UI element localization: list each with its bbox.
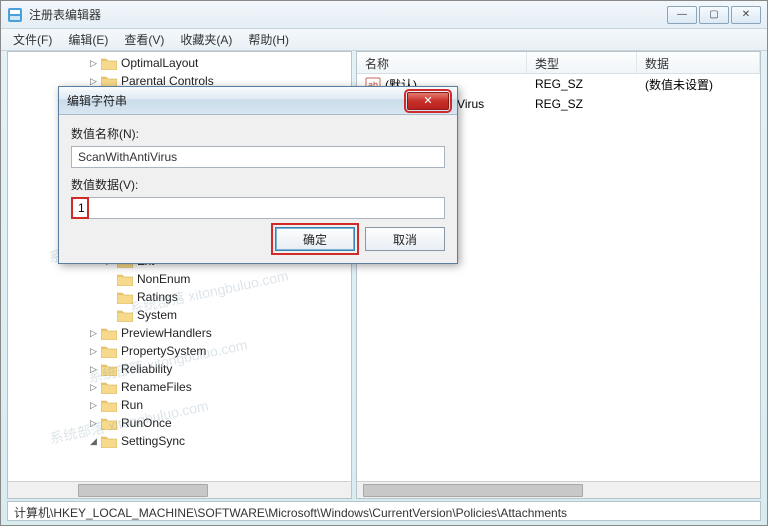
tree-expander-icon[interactable] xyxy=(104,292,115,303)
row-type: REG_SZ xyxy=(527,77,637,91)
dialog-title: 编辑字符串 xyxy=(67,92,407,109)
tree-item[interactable]: ◢ SettingSync xyxy=(8,432,351,450)
tree-expander-icon[interactable] xyxy=(104,274,115,285)
menu-view[interactable]: 查看(V) xyxy=(116,29,172,50)
tree-item-label: Run xyxy=(121,398,143,412)
value-name-field[interactable] xyxy=(71,146,445,168)
tree-item[interactable]: ▷ Reliability xyxy=(8,360,351,378)
value-data-field-wrap xyxy=(71,197,445,219)
maximize-button[interactable]: ▢ xyxy=(699,6,729,24)
tree-item[interactable]: ▷ PropertySystem xyxy=(8,342,351,360)
col-data[interactable]: 数据 xyxy=(637,52,760,73)
list-hscrollbar[interactable] xyxy=(357,481,760,498)
dialog-titlebar[interactable]: 编辑字符串 ✕ xyxy=(59,87,457,115)
tree-item[interactable]: ▷ RunOnce xyxy=(8,414,351,432)
tree-expander-icon[interactable] xyxy=(104,310,115,321)
tree-expander-icon[interactable]: ◢ xyxy=(88,436,99,447)
tree-item-label: OptimalLayout xyxy=(121,56,198,70)
tree-item-label: NonEnum xyxy=(137,272,190,286)
tree-expander-icon[interactable]: ▷ xyxy=(88,346,99,357)
tree-item[interactable]: ▷ PreviewHandlers xyxy=(8,324,351,342)
tree-expander-icon[interactable]: ▷ xyxy=(88,418,99,429)
col-name[interactable]: 名称 xyxy=(357,52,527,73)
dialog-buttons: 确定 取消 xyxy=(71,227,445,251)
value-name-label: 数值名称(N): xyxy=(71,125,445,142)
tree-expander-icon[interactable]: ▷ xyxy=(88,364,99,375)
close-button[interactable]: ✕ xyxy=(731,6,761,24)
dialog-body: 数值名称(N): 数值数据(V): 确定 取消 xyxy=(59,115,457,263)
tree-item-label: PreviewHandlers xyxy=(121,326,212,340)
cancel-button[interactable]: 取消 xyxy=(365,227,445,251)
tree-item-label: RunOnce xyxy=(121,416,172,430)
tree-item[interactable]: ▷ OptimalLayout xyxy=(8,54,351,72)
minimize-button[interactable]: — xyxy=(667,6,697,24)
list-header: 名称 类型 数据 xyxy=(357,52,760,74)
app-icon xyxy=(7,7,23,23)
statusbar: 计算机\HKEY_LOCAL_MACHINE\SOFTWARE\Microsof… xyxy=(7,501,761,521)
tree-expander-icon[interactable]: ▷ xyxy=(88,400,99,411)
tree-item[interactable]: NonEnum xyxy=(8,270,351,288)
menu-edit[interactable]: 编辑(E) xyxy=(60,29,116,50)
dialog-close-button[interactable]: ✕ xyxy=(407,92,449,110)
tree-item-label: RenameFiles xyxy=(121,380,192,394)
menu-file[interactable]: 文件(F) xyxy=(5,29,60,50)
tree-item[interactable]: Ratings xyxy=(8,288,351,306)
tree-item-label: Reliability xyxy=(121,362,172,376)
tree-item-label: System xyxy=(137,308,177,322)
row-type: REG_SZ xyxy=(527,97,637,111)
value-data-label: 数值数据(V): xyxy=(71,176,445,193)
col-type[interactable]: 类型 xyxy=(527,52,637,73)
tree-expander-icon[interactable]: ▷ xyxy=(88,76,99,87)
menu-help[interactable]: 帮助(H) xyxy=(240,29,297,50)
ok-button[interactable]: 确定 xyxy=(275,227,355,251)
menubar: 文件(F) 编辑(E) 查看(V) 收藏夹(A) 帮助(H) xyxy=(1,29,767,51)
window-controls: — ▢ ✕ xyxy=(667,6,761,24)
tree-expander-icon[interactable]: ▷ xyxy=(88,382,99,393)
tree-item-label: Ratings xyxy=(137,290,178,304)
tree-expander-icon[interactable]: ▷ xyxy=(88,58,99,69)
tree-item[interactable]: System xyxy=(8,306,351,324)
row-data: (数值未设置) xyxy=(637,76,760,93)
tree-item[interactable]: ▷ Run xyxy=(8,396,351,414)
tree-item-label: SettingSync xyxy=(121,434,185,448)
tree-expander-icon[interactable]: ▷ xyxy=(88,328,99,339)
window-title: 注册表编辑器 xyxy=(29,6,667,23)
value-data-field[interactable] xyxy=(72,198,444,218)
tree-item[interactable]: ▷ RenameFiles xyxy=(8,378,351,396)
titlebar: 注册表编辑器 — ▢ ✕ xyxy=(1,1,767,29)
tree-hscrollbar[interactable] xyxy=(8,481,351,498)
edit-string-dialog: 编辑字符串 ✕ 数值名称(N): 数值数据(V): 确定 取消 xyxy=(58,86,458,264)
menu-favorites[interactable]: 收藏夹(A) xyxy=(172,29,240,50)
tree-item-label: PropertySystem xyxy=(121,344,206,358)
